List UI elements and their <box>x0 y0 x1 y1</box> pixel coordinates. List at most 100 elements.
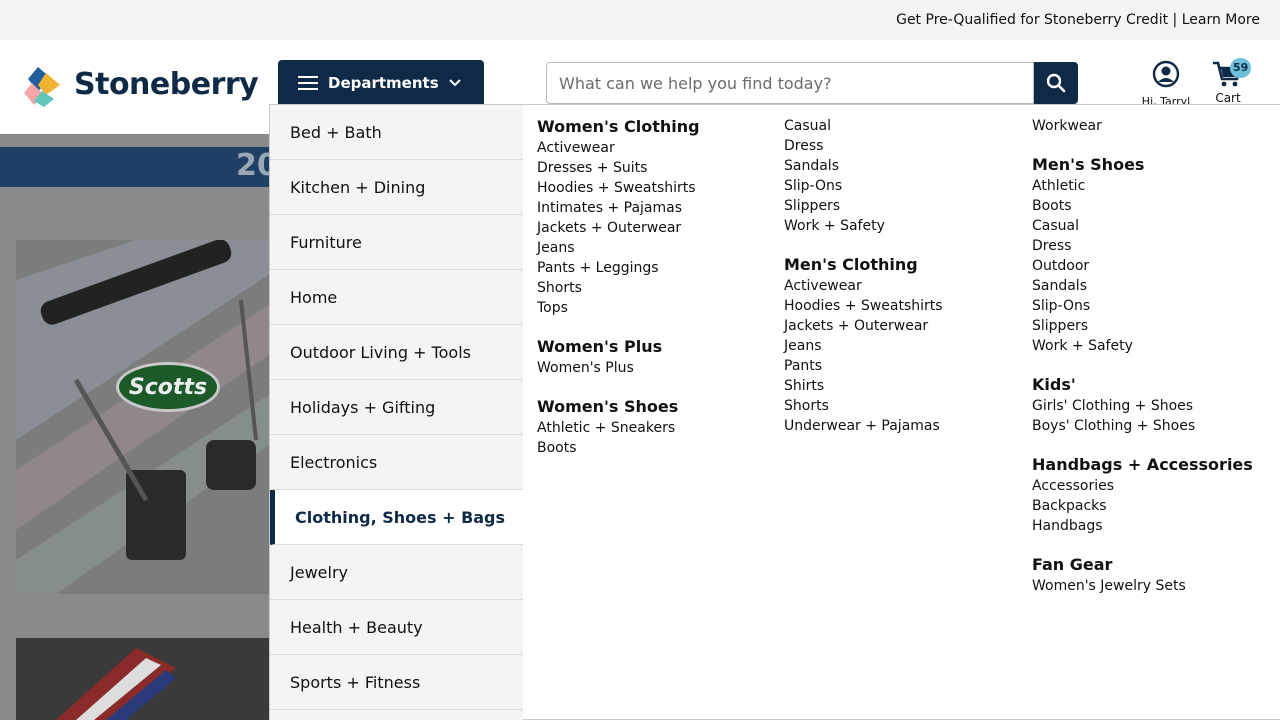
menu-link-backpacks[interactable]: Backpacks <box>1032 496 1272 516</box>
menu-group: Casual Dress Sandals Slip-Ons Slippers Work +… <box>784 116 1024 236</box>
menu-group: Men's Shoes Athletic Boots Casual Dress Outdo… <box>1032 154 1272 356</box>
search-button[interactable] <box>1034 62 1078 104</box>
menu-group: Workwear <box>1032 116 1272 136</box>
menu-link-dress[interactable]: Dress <box>784 136 1024 156</box>
category-list: Bed + Bath Kitchen + Dining Furniture Home O… <box>270 105 523 720</box>
menu-link-women-s-plus[interactable]: Women's Plus <box>537 358 777 378</box>
top-promo-bar: Get Pre-Qualified for Stoneberry Credit … <box>0 0 1280 40</box>
menu-group-title-fan-gear[interactable]: Fan Gear <box>1032 554 1272 576</box>
menu-link-jeans[interactable]: Jeans <box>537 238 777 258</box>
menu-link-hoodies-sweatshirts[interactable]: Hoodies + Sweatshirts <box>784 296 1024 316</box>
menu-group-title-men-s-shoes[interactable]: Men's Shoes <box>1032 154 1272 176</box>
category-item-sports-fitness[interactable]: Sports + Fitness <box>270 655 523 710</box>
menu-link-work-safety[interactable]: Work + Safety <box>784 216 1024 236</box>
search-input[interactable] <box>546 62 1034 104</box>
category-item-holidays-gifting[interactable]: Holidays + Gifting <box>270 380 523 435</box>
promo-tile-outdoor-tools[interactable]: Scotts <box>16 240 276 594</box>
category-item-jewelry[interactable]: Jewelry <box>270 545 523 600</box>
menu-link-shirts[interactable]: Shirts <box>784 376 1024 396</box>
category-item-bed-bath[interactable]: Bed + Bath <box>270 105 523 160</box>
menu-link-workwear[interactable]: Workwear <box>1032 116 1272 136</box>
search-bar <box>546 62 1078 104</box>
category-item-home[interactable]: Home <box>270 270 523 325</box>
menu-link-casual[interactable]: Casual <box>784 116 1024 136</box>
menu-link-casual[interactable]: Casual <box>1032 216 1272 236</box>
menu-link-slippers[interactable]: Slippers <box>784 196 1024 216</box>
menu-link-hoodies-sweatshirts[interactable]: Hoodies + Sweatshirts <box>537 178 777 198</box>
category-item-kitchen-dining[interactable]: Kitchen + Dining <box>270 160 523 215</box>
menu-link-boots[interactable]: Boots <box>537 438 777 458</box>
menu-link-women-s-jewelry-sets[interactable]: Women's Jewelry Sets <box>1032 576 1272 596</box>
menu-link-jeans[interactable]: Jeans <box>784 336 1024 356</box>
menu-link-work-safety[interactable]: Work + Safety <box>1032 336 1272 356</box>
search-icon <box>1046 73 1066 93</box>
menu-link-intimates-pajamas[interactable]: Intimates + Pajamas <box>537 198 777 218</box>
menu-group: Women's Clothing Activewear Dresses + Suit… <box>537 116 777 318</box>
menu-column-1: Women's Clothing Activewear Dresses + Suit… <box>537 116 777 476</box>
hamburger-icon <box>298 76 318 90</box>
menu-group: Kids' Girls' Clothing + Shoes Boys' Clothi… <box>1032 374 1272 436</box>
menu-link-athletic[interactable]: Athletic <box>1032 176 1272 196</box>
menu-group-title-kids[interactable]: Kids' <box>1032 374 1272 396</box>
menu-link-handbags[interactable]: Handbags <box>1032 516 1272 536</box>
menu-link-outdoor[interactable]: Outdoor <box>1032 256 1272 276</box>
menu-group-title-men-s-clothing[interactable]: Men's Clothing <box>784 254 1024 276</box>
menu-link-shorts[interactable]: Shorts <box>537 278 777 298</box>
menu-link-sandals[interactable]: Sandals <box>1032 276 1272 296</box>
menu-group: Women's Shoes Athletic + Sneakers Boots <box>537 396 777 458</box>
menu-link-tops[interactable]: Tops <box>537 298 777 318</box>
category-item-electronics[interactable]: Electronics <box>270 435 523 490</box>
menu-group-title-women-s-plus[interactable]: Women's Plus <box>537 336 777 358</box>
logo-mark-icon <box>24 67 60 107</box>
menu-link-pants[interactable]: Pants <box>784 356 1024 376</box>
learn-more-link[interactable]: Learn More <box>1182 12 1260 28</box>
prequalify-link[interactable]: Get Pre-Qualified for Stoneberry Credit <box>896 12 1168 28</box>
menu-link-activewear[interactable]: Activewear <box>537 138 777 158</box>
category-item-furniture[interactable]: Furniture <box>270 215 523 270</box>
scotts-logo: Scotts <box>116 362 220 412</box>
menu-link-girls-clothing-shoes[interactable]: Girls' Clothing + Shoes <box>1032 396 1272 416</box>
menu-group-title-handbags-accessories[interactable]: Handbags + Accessories <box>1032 454 1272 476</box>
menu-group: Women's Plus Women's Plus <box>537 336 777 378</box>
category-item-clothing-shoes-bags[interactable]: Clothing, Shoes + Bags <box>270 490 523 545</box>
menu-link-pants-leggings[interactable]: Pants + Leggings <box>537 258 777 278</box>
menu-link-sandals[interactable]: Sandals <box>784 156 1024 176</box>
menu-link-jackets-outerwear[interactable]: Jackets + Outerwear <box>784 316 1024 336</box>
menu-link-slip-ons[interactable]: Slip-Ons <box>1032 296 1272 316</box>
stoneberry-logo[interactable]: Stoneberry <box>24 65 260 109</box>
menu-link-underwear-pajamas[interactable]: Underwear + Pajamas <box>784 416 1024 436</box>
departments-button[interactable]: Departments <box>278 60 484 106</box>
menu-column-2: Casual Dress Sandals Slip-Ons Slippers Work +… <box>784 116 1024 454</box>
menu-group: Fan Gear Women's Jewelry Sets <box>1032 554 1272 596</box>
power-tools-image <box>16 240 276 594</box>
menu-link-boys-clothing-shoes[interactable]: Boys' Clothing + Shoes <box>1032 416 1272 436</box>
menu-group-title-women-s-shoes[interactable]: Women's Shoes <box>537 396 777 418</box>
menu-link-boots[interactable]: Boots <box>1032 196 1272 216</box>
cart-label: Cart <box>1215 91 1241 105</box>
menu-link-athletic-sneakers[interactable]: Athletic + Sneakers <box>537 418 777 438</box>
menu-link-shorts[interactable]: Shorts <box>784 396 1024 416</box>
menu-link-dress[interactable]: Dress <box>1032 236 1272 256</box>
chevron-down-icon <box>448 79 461 87</box>
departments-mega-menu: Bed + Bath Kitchen + Dining Furniture Home O… <box>269 104 1280 720</box>
account-button[interactable]: Hi, Tarryl <box>1138 60 1194 110</box>
menu-link-activewear[interactable]: Activewear <box>784 276 1024 296</box>
menu-group-title-women-s-clothing[interactable]: Women's Clothing <box>537 116 777 138</box>
topbar-separator: | <box>1168 12 1182 28</box>
cart-count-badge: 59 <box>1230 58 1252 78</box>
user-account-icon <box>1152 60 1180 88</box>
menu-link-dresses-suits[interactable]: Dresses + Suits <box>537 158 777 178</box>
menu-link-slippers[interactable]: Slippers <box>1032 316 1272 336</box>
menu-link-accessories[interactable]: Accessories <box>1032 476 1272 496</box>
category-item-outdoor-living-tools[interactable]: Outdoor Living + Tools <box>270 325 523 380</box>
menu-group: Men's Clothing Activewear Hoodies + Sweats… <box>784 254 1024 436</box>
departments-label: Departments <box>328 74 439 92</box>
logo-wordmark: Stoneberry <box>74 67 259 102</box>
menu-link-slip-ons[interactable]: Slip-Ons <box>784 176 1024 196</box>
promo-tile-ribbon[interactable] <box>16 638 276 720</box>
ribbon-image <box>56 648 176 720</box>
category-item-health-beauty[interactable]: Health + Beauty <box>270 600 523 655</box>
menu-column-3: Workwear Men's Shoes Athletic Boots Casual Dr… <box>1032 116 1272 614</box>
menu-link-jackets-outerwear[interactable]: Jackets + Outerwear <box>537 218 777 238</box>
cart-button[interactable]: 59 Cart <box>1208 58 1252 108</box>
